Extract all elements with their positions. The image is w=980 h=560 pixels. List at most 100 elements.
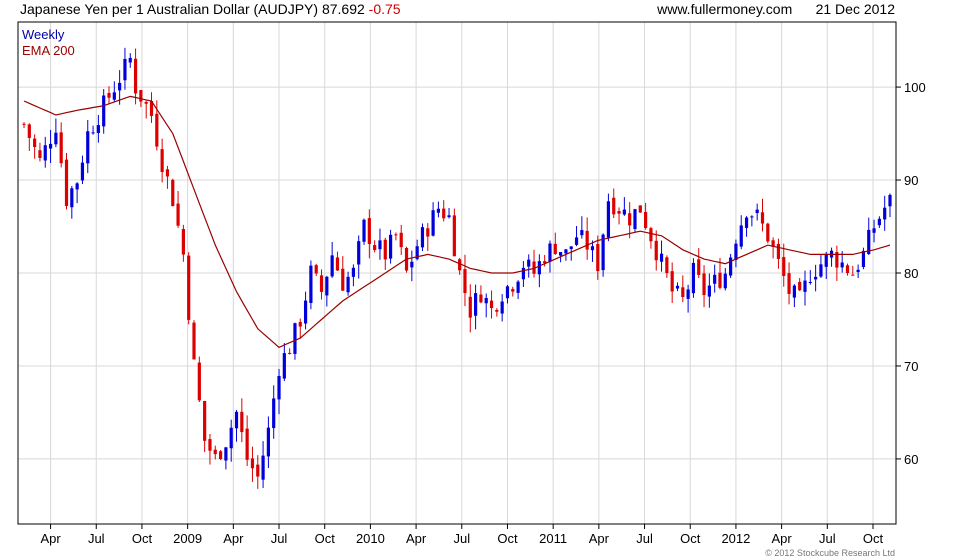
candle-body xyxy=(38,150,42,158)
candle-body xyxy=(165,169,170,177)
x-tick-label: Apr xyxy=(589,531,610,546)
candle-body xyxy=(319,275,324,292)
candle-body xyxy=(766,223,770,242)
candle-body xyxy=(378,240,382,250)
candle-body xyxy=(176,203,180,226)
candle-body xyxy=(229,427,233,449)
candle-body xyxy=(612,197,616,215)
candle-body xyxy=(877,218,881,226)
candle-body xyxy=(617,211,621,214)
legend-weekly: Weekly xyxy=(22,27,65,42)
candle-body xyxy=(559,252,563,256)
candle-body xyxy=(814,276,818,280)
candle-body xyxy=(883,207,887,220)
x-tick-label: 2009 xyxy=(173,531,202,546)
candle-body xyxy=(250,458,255,469)
candle-body xyxy=(399,232,403,248)
candle-body xyxy=(144,102,148,104)
candle-body xyxy=(27,124,31,138)
candle-body xyxy=(272,398,276,429)
candle-body xyxy=(606,201,611,238)
candle-body xyxy=(585,230,589,250)
candle-body xyxy=(447,215,451,218)
candle-body xyxy=(181,229,185,255)
candle-body xyxy=(388,234,393,259)
candle-body xyxy=(670,271,674,292)
x-tick-label: Jul xyxy=(636,531,653,546)
y-tick-label: 60 xyxy=(904,452,918,467)
candle-body xyxy=(442,208,446,219)
candle-body xyxy=(500,301,504,314)
candle-body xyxy=(707,285,711,297)
candle-body xyxy=(824,253,828,267)
candle-body xyxy=(750,216,754,218)
x-tick-label: Apr xyxy=(223,531,244,546)
candle-body xyxy=(702,273,706,296)
candle-body xyxy=(22,123,26,125)
candle-body xyxy=(760,212,765,224)
candle-body xyxy=(527,259,531,267)
candle-body xyxy=(803,280,807,292)
candle-body xyxy=(675,285,680,289)
candle-body xyxy=(234,411,239,429)
candle-body xyxy=(537,261,541,275)
candle-body xyxy=(123,58,127,81)
candle-body xyxy=(596,244,600,272)
candle-body xyxy=(118,82,122,91)
candle-body xyxy=(638,205,642,213)
candle-body xyxy=(697,259,701,275)
chart-page: Japanese Yen per 1 Australian Dollar (AU… xyxy=(0,0,980,560)
candle-body xyxy=(341,268,345,291)
x-tick-label: Apr xyxy=(772,531,793,546)
x-tick-label: Oct xyxy=(132,531,153,546)
candle-body xyxy=(468,296,472,318)
candle-body xyxy=(851,274,855,276)
candle-body xyxy=(489,300,494,309)
candle-body xyxy=(861,250,866,268)
candle-body xyxy=(330,255,334,277)
candle-body xyxy=(452,215,456,257)
candle-body xyxy=(580,230,584,236)
candle-body xyxy=(511,288,515,292)
candle-body xyxy=(160,149,164,173)
candle-body xyxy=(282,353,286,379)
ema-line xyxy=(23,95,891,349)
candle-body xyxy=(80,162,85,181)
candle-body xyxy=(325,276,329,296)
candle-body xyxy=(383,239,387,260)
candle-body xyxy=(70,188,74,208)
candle-body xyxy=(171,179,175,207)
candle-body xyxy=(426,228,430,237)
x-tick-label: 2011 xyxy=(539,531,567,546)
candle-body xyxy=(293,323,297,354)
candle-body xyxy=(495,309,499,312)
y-tick-label: 80 xyxy=(904,266,918,281)
candle-body xyxy=(729,257,733,276)
candle-body xyxy=(755,209,759,214)
candle-body xyxy=(845,265,850,273)
legend-ema: EMA 200 xyxy=(22,43,75,58)
candle-body xyxy=(574,237,579,245)
candle-body xyxy=(213,449,217,455)
candle-body xyxy=(744,217,749,228)
candle-body xyxy=(776,243,781,259)
x-tick-label: Oct xyxy=(863,531,884,546)
candle-body xyxy=(723,273,727,289)
candle-body xyxy=(628,213,632,226)
candle-body xyxy=(91,132,95,134)
candle-body xyxy=(431,210,435,236)
x-tick-label: Apr xyxy=(40,531,61,546)
y-tick-label: 90 xyxy=(904,173,918,188)
candle-body xyxy=(654,240,658,261)
candle-body xyxy=(54,132,58,145)
y-tick-label: 100 xyxy=(904,80,926,95)
candle-body xyxy=(548,243,552,262)
candle-body xyxy=(33,138,37,148)
candle-body xyxy=(277,375,281,400)
candle-body xyxy=(261,455,265,480)
candle-body xyxy=(133,58,138,94)
candle-body xyxy=(553,243,557,254)
candle-body xyxy=(792,285,796,298)
candle-body xyxy=(208,439,212,451)
x-tick-label: 2010 xyxy=(356,531,385,546)
